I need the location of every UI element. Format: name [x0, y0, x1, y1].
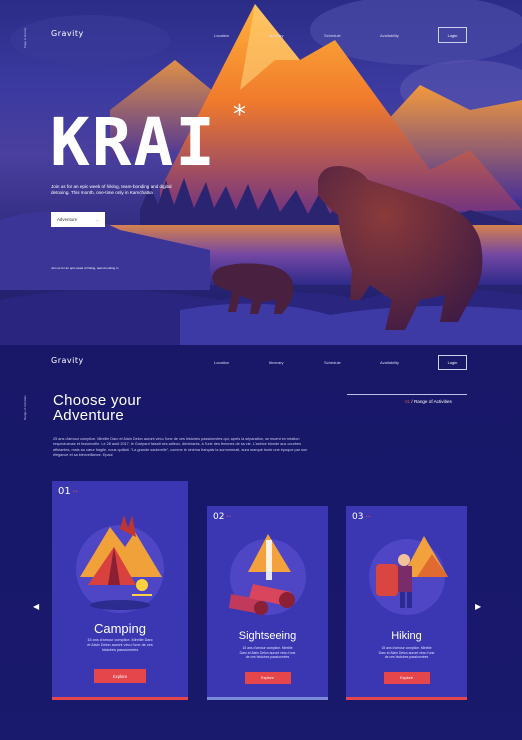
hero-description: Join us for an epic week of hiking, team…: [51, 184, 172, 195]
arrow-right-icon: →: [95, 217, 99, 222]
card-sightseeing[interactable]: 02 •• Sightseeing 15 ans d'amour complice…: [207, 506, 328, 700]
nav-schedule[interactable]: Schedule: [324, 33, 341, 38]
section-brand-logo[interactable]: Gravity: [51, 356, 84, 365]
section-side-label: Range of Activities: [23, 395, 27, 420]
section-nav-location[interactable]: Location: [214, 360, 229, 365]
adventure-button[interactable]: Adventure →: [51, 212, 105, 227]
card-description: 15 ans d'amour complice. Mireille Darc e…: [378, 646, 435, 660]
hero-caption: Join us for an epic week of hiking, team…: [51, 266, 119, 270]
card-number: 03 ••: [352, 512, 371, 522]
explore-button[interactable]: Explore: [383, 672, 430, 684]
explore-button[interactable]: Explore: [244, 672, 291, 684]
section-title: Choose your Adventure: [53, 393, 141, 423]
range-label: / Range of Activities: [410, 399, 452, 404]
card-title: Hiking: [391, 630, 422, 642]
card-camping[interactable]: 01 •• Camping 15 ans d'amour complice. Mi…: [52, 481, 188, 700]
binoculars-icon: [229, 534, 306, 615]
section-body: 25 ans d'amour complice. Mireille Darc e…: [53, 437, 308, 458]
card-description: 15 ans d'amour complice. Mireille Darc e…: [87, 638, 153, 652]
card-accent-bar: [207, 697, 328, 700]
hero-title-mark: *: [233, 100, 246, 130]
nav-location[interactable]: Location: [214, 33, 229, 38]
card-title: Camping: [93, 621, 147, 636]
card-accent-bar: [52, 697, 188, 700]
section-nav-schedule[interactable]: Schedule: [324, 360, 341, 365]
section-nav-availability[interactable]: Availability: [380, 360, 399, 365]
card-accent-bar: [346, 697, 467, 700]
brand-logo[interactable]: Gravity: [51, 29, 84, 38]
section-title-line2: Adventure: [53, 407, 125, 424]
card-description: 15 ans d'amour complice. Mireille Darc e…: [239, 646, 296, 660]
right-arrow-icon[interactable]: ▶: [475, 602, 481, 611]
hero-title: KRAI: [50, 104, 217, 181]
nav-availability[interactable]: Availability: [380, 33, 399, 38]
card-hiking[interactable]: 03 •• Hiking 15 ans d'amour complice. Mir…: [346, 506, 467, 700]
side-label: Page is Gravity: [23, 27, 27, 48]
range-divider: [347, 394, 467, 395]
hiker-icon: [369, 536, 448, 615]
card-title: Sightseeing: [238, 630, 297, 642]
left-arrow-icon[interactable]: ◀: [33, 602, 39, 611]
section-title-line1: Choose your: [53, 392, 142, 409]
hero-section: Gravity Location Itinerary Schedule Avai…: [0, 0, 522, 345]
adventure-button-label: Adventure: [57, 217, 78, 222]
page: Gravity Location Itinerary Schedule Avai…: [0, 0, 522, 740]
section-login-button[interactable]: Login: [438, 355, 467, 370]
range-indicator: 01 / Range of Activities: [405, 399, 452, 404]
section-nav-itinerary[interactable]: Itinerary: [269, 360, 283, 365]
card-number: 01 ••: [58, 486, 78, 497]
camping-icon: [76, 515, 164, 613]
nav-itinerary[interactable]: Itinerary: [269, 33, 283, 38]
card-number: 02 ••: [213, 512, 232, 522]
login-button[interactable]: Login: [438, 27, 467, 43]
explore-button[interactable]: Explore: [94, 669, 146, 683]
